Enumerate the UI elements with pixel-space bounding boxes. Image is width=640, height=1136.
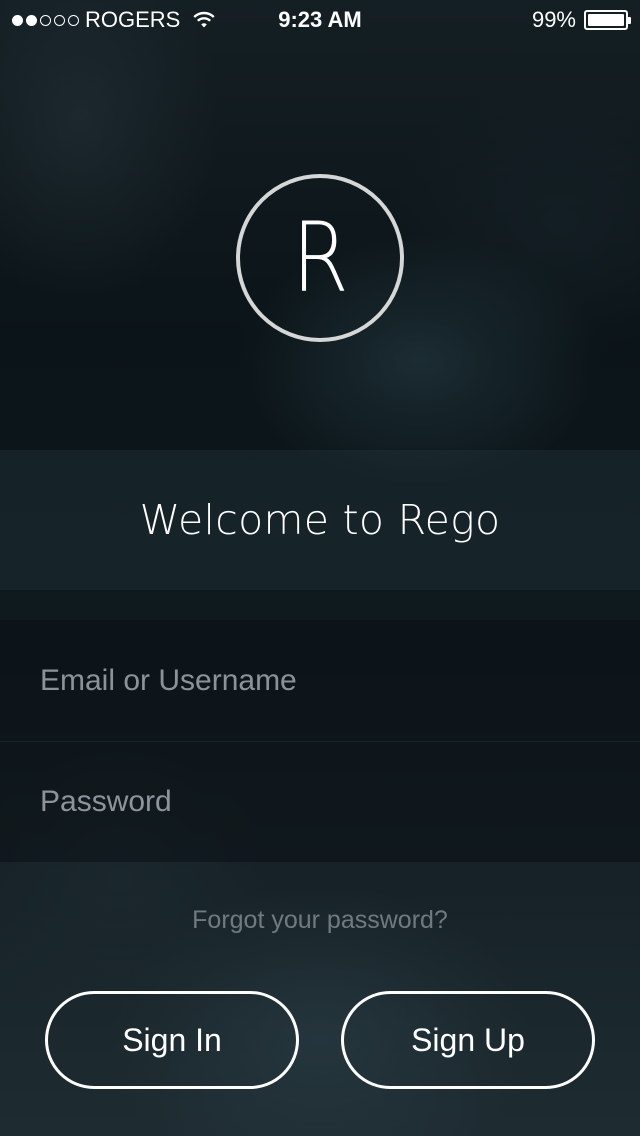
status-bar: ROGERS 9:23 AM 99% [0,0,640,40]
welcome-title: Welcome to Rego [139,496,501,544]
app-logo: R [236,174,404,342]
signal-dot [26,14,37,26]
password-input[interactable] [40,785,600,819]
status-right: 99% [531,7,631,33]
signal-dot [12,14,23,26]
forgot-password-link[interactable]: Forgot your password? [0,906,640,935]
battery-level [588,14,624,26]
sign-up-button[interactable]: Sign Up [341,991,595,1089]
signal-dot [68,14,79,26]
wifi-icon [192,11,216,29]
status-left: ROGERS [12,7,216,33]
username-field-row [0,620,640,741]
sign-in-button[interactable]: Sign In [45,991,299,1089]
battery-percent: 99% [531,7,576,32]
signal-strength-icon [12,14,79,26]
battery-icon [584,10,631,30]
welcome-banner: Welcome to Rego [0,450,640,590]
login-form [0,620,640,862]
username-input[interactable] [40,663,600,698]
logo-letter: R [291,202,349,314]
carrier-name: ROGERS [85,7,181,32]
signal-dot [54,14,65,26]
password-field-row [0,741,640,862]
signal-dot [40,14,51,26]
